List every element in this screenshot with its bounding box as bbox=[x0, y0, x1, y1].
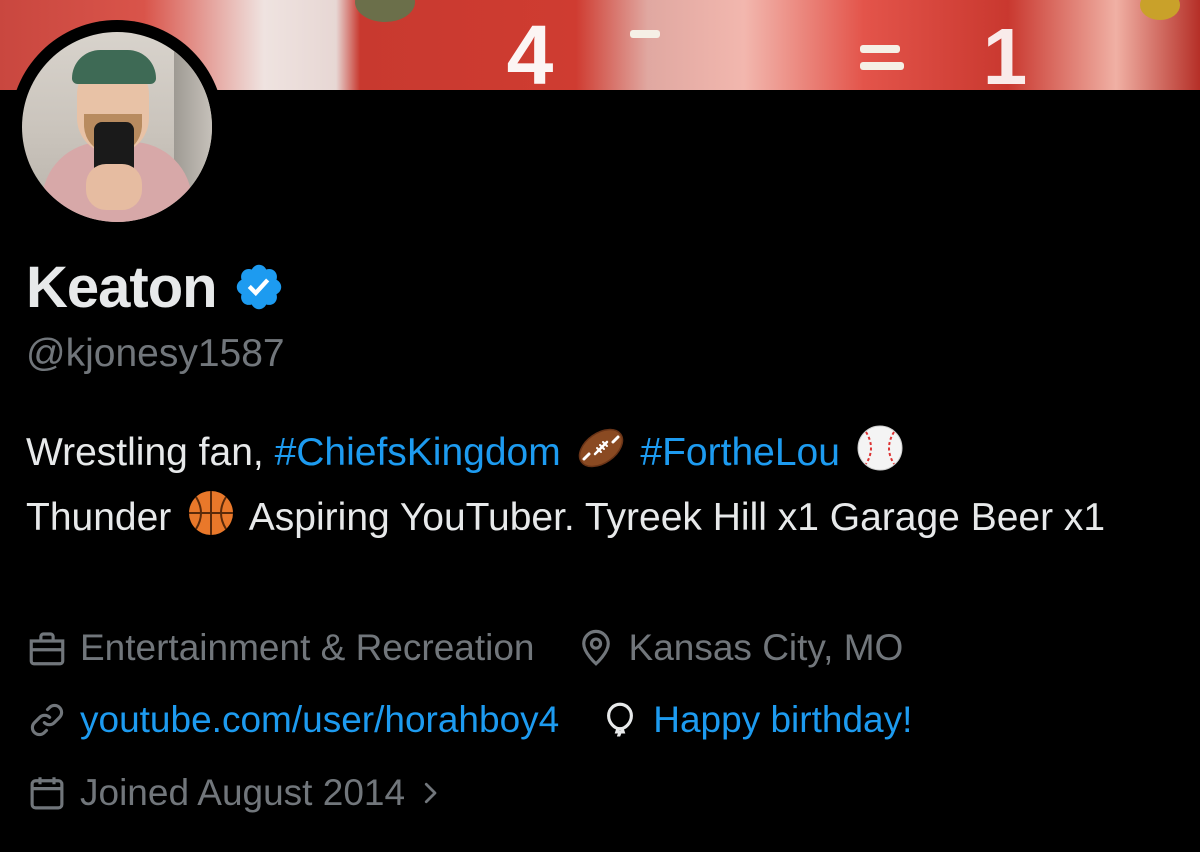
bio-text: Aspiring YouTuber. Tyreek Hill x1 Garage… bbox=[248, 496, 1106, 539]
profile-meta-row: Entertainment & Recreation Kansas City, … bbox=[26, 623, 943, 673]
hashtag-link[interactable]: #FortheLou bbox=[640, 431, 839, 474]
banner-stripe bbox=[860, 62, 904, 70]
location-text: Kansas City, MO bbox=[628, 627, 904, 668]
profile-meta-row: youtube.com/user/horahboy4 Happy birthda… bbox=[26, 695, 952, 745]
profile-website[interactable]: youtube.com/user/horahboy4 bbox=[26, 699, 559, 741]
joined-text: Joined August 2014 bbox=[80, 772, 406, 813]
profile-meta-row: Joined August 2014 bbox=[26, 768, 485, 818]
profile-category: Entertainment & Recreation bbox=[26, 627, 535, 669]
banner-glove bbox=[1140, 0, 1180, 20]
banner-stripe bbox=[630, 30, 660, 38]
profile-birthday[interactable]: Happy birthday! bbox=[599, 699, 912, 741]
profile-name: Keaton bbox=[26, 254, 218, 320]
avatar-cap bbox=[72, 50, 156, 84]
birthday-text[interactable]: Happy birthday! bbox=[653, 699, 912, 741]
baseball-emoji bbox=[857, 425, 903, 471]
hashtag-link[interactable]: #ChiefsKingdom bbox=[275, 431, 561, 474]
briefcase-icon bbox=[29, 632, 65, 666]
location-pin-icon bbox=[581, 629, 610, 666]
category-text: Entertainment & Recreation bbox=[80, 627, 535, 668]
chevron-right-icon[interactable] bbox=[415, 778, 445, 808]
football-emoji bbox=[578, 428, 623, 468]
avatar-image bbox=[22, 32, 212, 222]
profile-bio: Wrestling fan, #ChiefsKingdom #FortheLou… bbox=[26, 420, 1176, 550]
avatar-hand bbox=[86, 164, 142, 210]
banner-glove bbox=[355, 0, 415, 22]
balloon-icon bbox=[607, 702, 634, 737]
profile-location: Kansas City, MO bbox=[575, 627, 904, 669]
website-link[interactable]: youtube.com/user/horahboy4 bbox=[80, 699, 559, 741]
basketball-emoji bbox=[189, 491, 234, 535]
calendar-icon bbox=[30, 777, 64, 810]
bio-text: Thunder bbox=[26, 496, 172, 539]
profile-name-row: Keaton bbox=[26, 252, 285, 322]
profile-joined[interactable]: Joined August 2014 bbox=[26, 772, 445, 814]
avatar[interactable] bbox=[10, 20, 224, 234]
profile-page: 4 1 Keaton @kjonesy1587 Wrestling fan, #… bbox=[0, 0, 1200, 852]
banner-jersey-number: 1 bbox=[982, 12, 1028, 91]
banner-stripe bbox=[860, 45, 900, 53]
link-icon bbox=[30, 703, 64, 737]
verified-badge-icon[interactable] bbox=[233, 261, 285, 313]
bio-text: Wrestling fan, bbox=[26, 431, 275, 474]
profile-handle: @kjonesy1587 bbox=[26, 332, 285, 375]
banner-jersey-number: 4 bbox=[506, 8, 554, 90]
